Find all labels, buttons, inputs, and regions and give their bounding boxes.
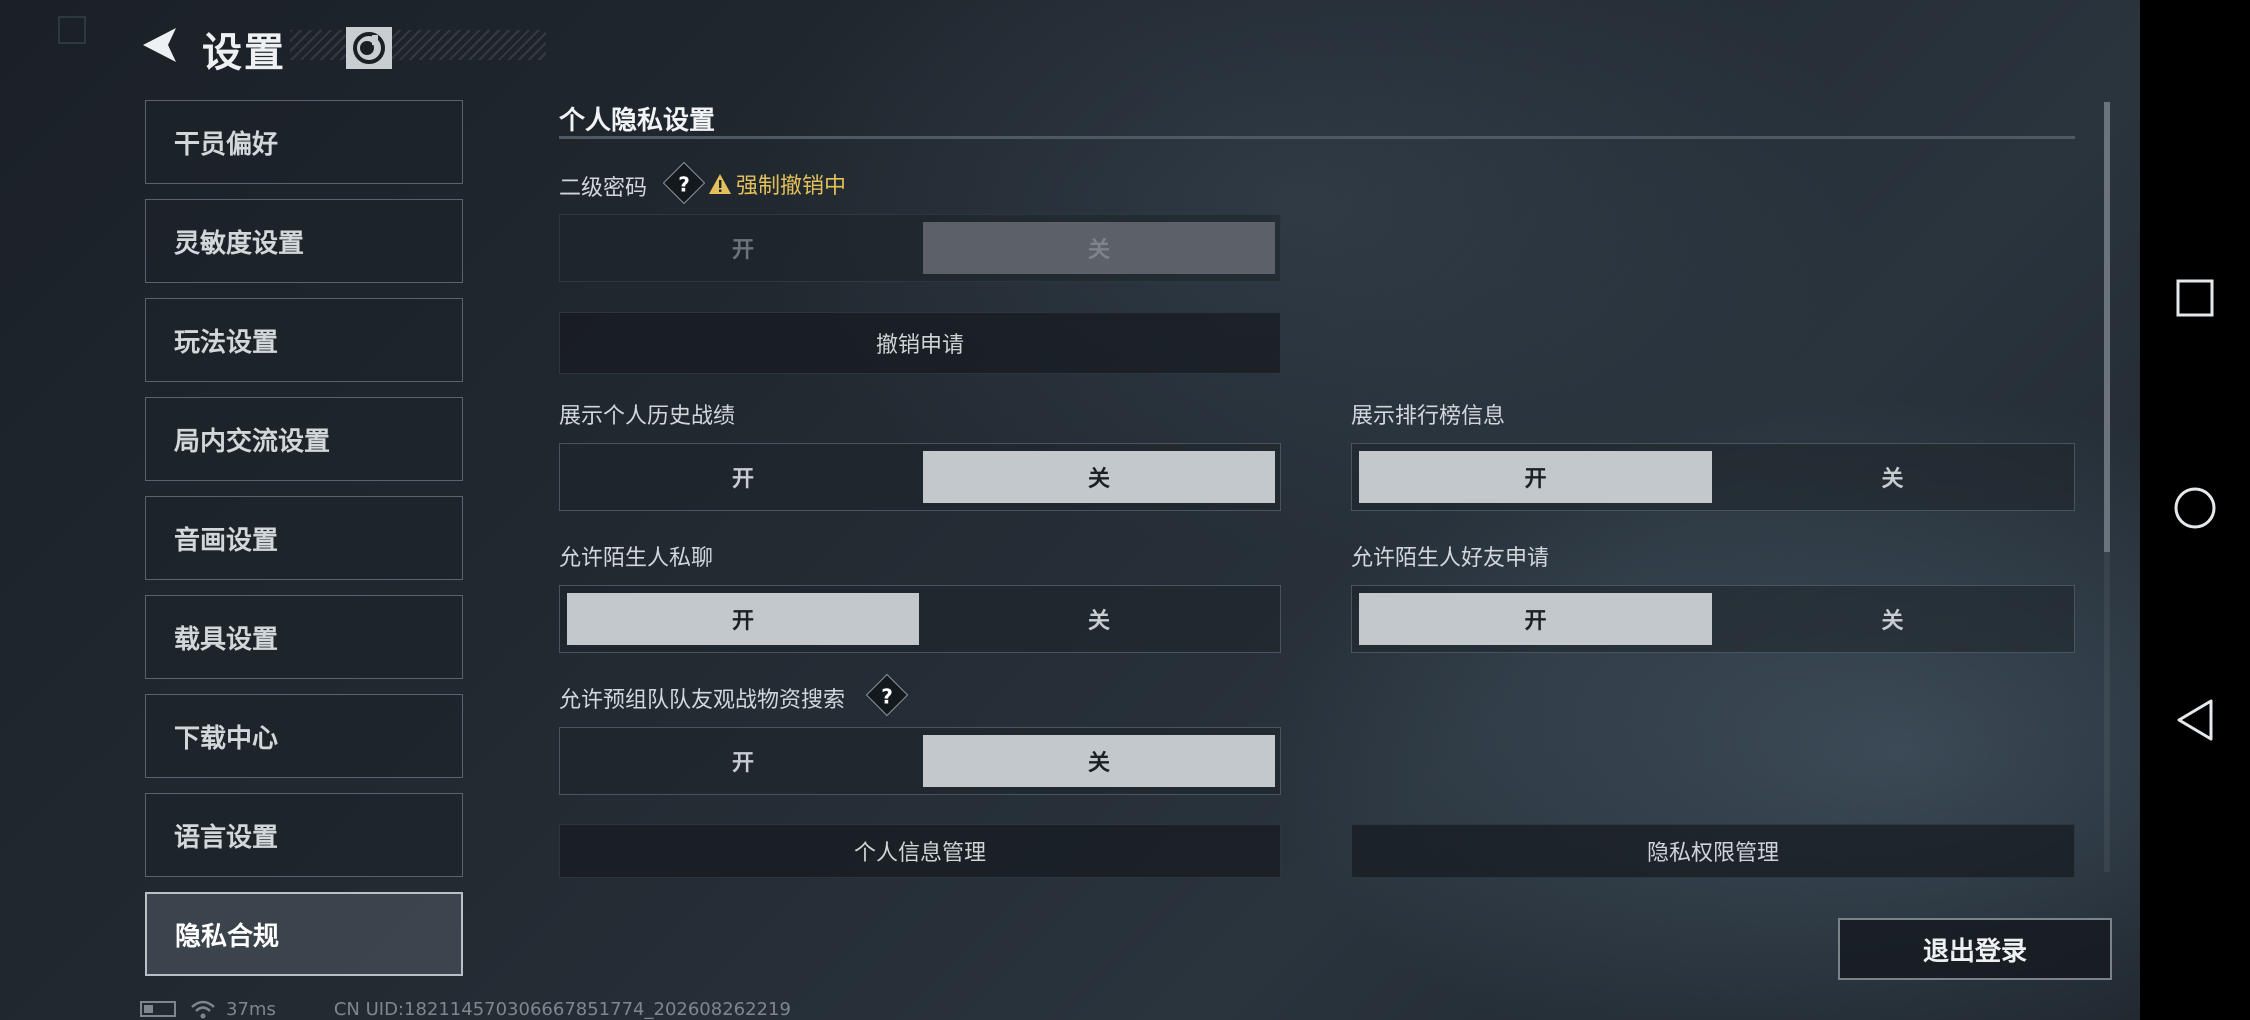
stranger-chat-toggle: 开 关	[559, 585, 1281, 653]
stranger-friend-on-option[interactable]: 开	[1359, 593, 1712, 645]
sidebar-item-label: 隐私合规	[175, 921, 280, 952]
team-search-help-button[interactable]: ?	[865, 673, 909, 717]
warning-icon	[709, 174, 731, 194]
user-uid: CN UID:18211457030666785177​4_2026082622…	[333, 998, 791, 1020]
sidebar-item-vehicle[interactable]: 载具设置	[145, 595, 463, 679]
battery-icon	[140, 1001, 176, 1017]
scrollbar-thumb[interactable]	[2104, 102, 2110, 552]
sidebar-item-label: 音画设置	[174, 525, 279, 556]
section-title: 个人隐私设置	[559, 106, 716, 136]
cancel-request-button[interactable]: 撤销申请	[559, 312, 1281, 374]
secondary-password-help-button[interactable]: ?	[662, 161, 706, 205]
triangle-back-icon	[2177, 699, 2213, 741]
show-leaderboard-on-option[interactable]: 开	[1359, 451, 1712, 503]
page-title: 设置	[202, 30, 286, 76]
sidebar-item-sensitivity[interactable]: 灵敏度设置	[145, 199, 463, 283]
section-divider	[559, 136, 2075, 139]
logout-button[interactable]: 退出登录	[1838, 918, 2112, 980]
show-leaderboard-toggle: 开 关	[1351, 443, 2075, 511]
stranger-chat-label: 允许陌生人私聊	[559, 546, 714, 571]
show-leaderboard-off-option[interactable]: 关	[1716, 451, 2069, 503]
warning-text: 强制撤销中	[736, 174, 847, 199]
stranger-chat-on-option[interactable]: 开	[567, 593, 919, 645]
corner-marker	[58, 16, 86, 44]
system-back-button[interactable]	[2140, 675, 2250, 765]
team-search-off-option[interactable]: 关	[923, 735, 1275, 787]
secondary-password-off-option[interactable]: 关	[923, 222, 1275, 274]
sidebar-item-label: 干员偏好	[174, 129, 279, 160]
header-hatch-decoration	[290, 30, 546, 60]
stranger-friend-toggle: 开 关	[1351, 585, 2075, 653]
sidebar-item-gameplay[interactable]: 玩法设置	[145, 298, 463, 382]
sidebar-item-label: 下载中心	[174, 723, 279, 754]
show-leaderboard-label: 展示排行榜信息	[1351, 404, 1506, 429]
show-history-label: 展示个人历史战绩	[559, 404, 736, 429]
system-navigation-bar	[2140, 0, 2250, 1020]
recent-apps-button[interactable]	[2140, 253, 2250, 343]
wifi-icon	[191, 1000, 215, 1019]
forced-revocation-warning: 强制撤销中	[708, 168, 846, 200]
sidebar-item-in-match-communication[interactable]: 局内交流设置	[145, 397, 463, 481]
sidebar-item-label: 局内交流设置	[174, 426, 331, 457]
sidebar-item-label: 语言设置	[174, 822, 279, 853]
stranger-friend-label: 允许陌生人好友申请	[1351, 546, 1550, 571]
circle-icon	[2174, 487, 2216, 529]
sidebar-item-privacy-compliance[interactable]: 隐私合规	[145, 892, 463, 976]
game-screen: 设置 干员偏好 灵敏度设置 玩法设置 局内交流设置 音画设置 载具设置 下载中心…	[0, 0, 2140, 1020]
status-bar: 37ms CN UID:18211457030666785177​4_20260…	[140, 998, 791, 1020]
sidebar-item-language[interactable]: 语言设置	[145, 793, 463, 877]
help-icon: ?	[678, 172, 690, 197]
sidebar-item-label: 载具设置	[174, 624, 279, 655]
stranger-friend-off-option[interactable]: 关	[1716, 593, 2069, 645]
sidebar-item-label: 灵敏度设置	[174, 228, 305, 259]
ping-readout: 37ms	[226, 998, 276, 1020]
back-button[interactable]	[138, 22, 182, 68]
secondary-password-label: 二级密码	[559, 176, 648, 201]
stranger-chat-off-option[interactable]: 关	[923, 593, 1275, 645]
help-icon: ?	[881, 684, 893, 709]
personal-info-management-button[interactable]: 个人信息管理	[559, 824, 1281, 878]
show-history-toggle: 开 关	[559, 443, 1281, 511]
secondary-password-on-option[interactable]: 开	[567, 222, 919, 274]
sidebar-item-operator-preference[interactable]: 干员偏好	[145, 100, 463, 184]
square-icon	[2176, 279, 2214, 317]
secondary-password-toggle: 开 关	[559, 214, 1281, 282]
team-search-toggle: 开 关	[559, 727, 1281, 795]
back-arrow-icon	[143, 28, 176, 62]
brand-logo-icon	[346, 27, 392, 69]
show-history-off-option[interactable]: 关	[923, 451, 1275, 503]
show-history-on-option[interactable]: 开	[567, 451, 919, 503]
privacy-permission-management-button[interactable]: 隐私权限管理	[1351, 824, 2075, 878]
team-search-on-option[interactable]: 开	[567, 735, 919, 787]
sidebar-item-label: 玩法设置	[174, 327, 279, 358]
sidebar-item-download-center[interactable]: 下载中心	[145, 694, 463, 778]
team-search-label: 允许预组队队友观战物资搜索	[559, 688, 846, 713]
sidebar-item-audio-video[interactable]: 音画设置	[145, 496, 463, 580]
home-button[interactable]	[2140, 463, 2250, 553]
